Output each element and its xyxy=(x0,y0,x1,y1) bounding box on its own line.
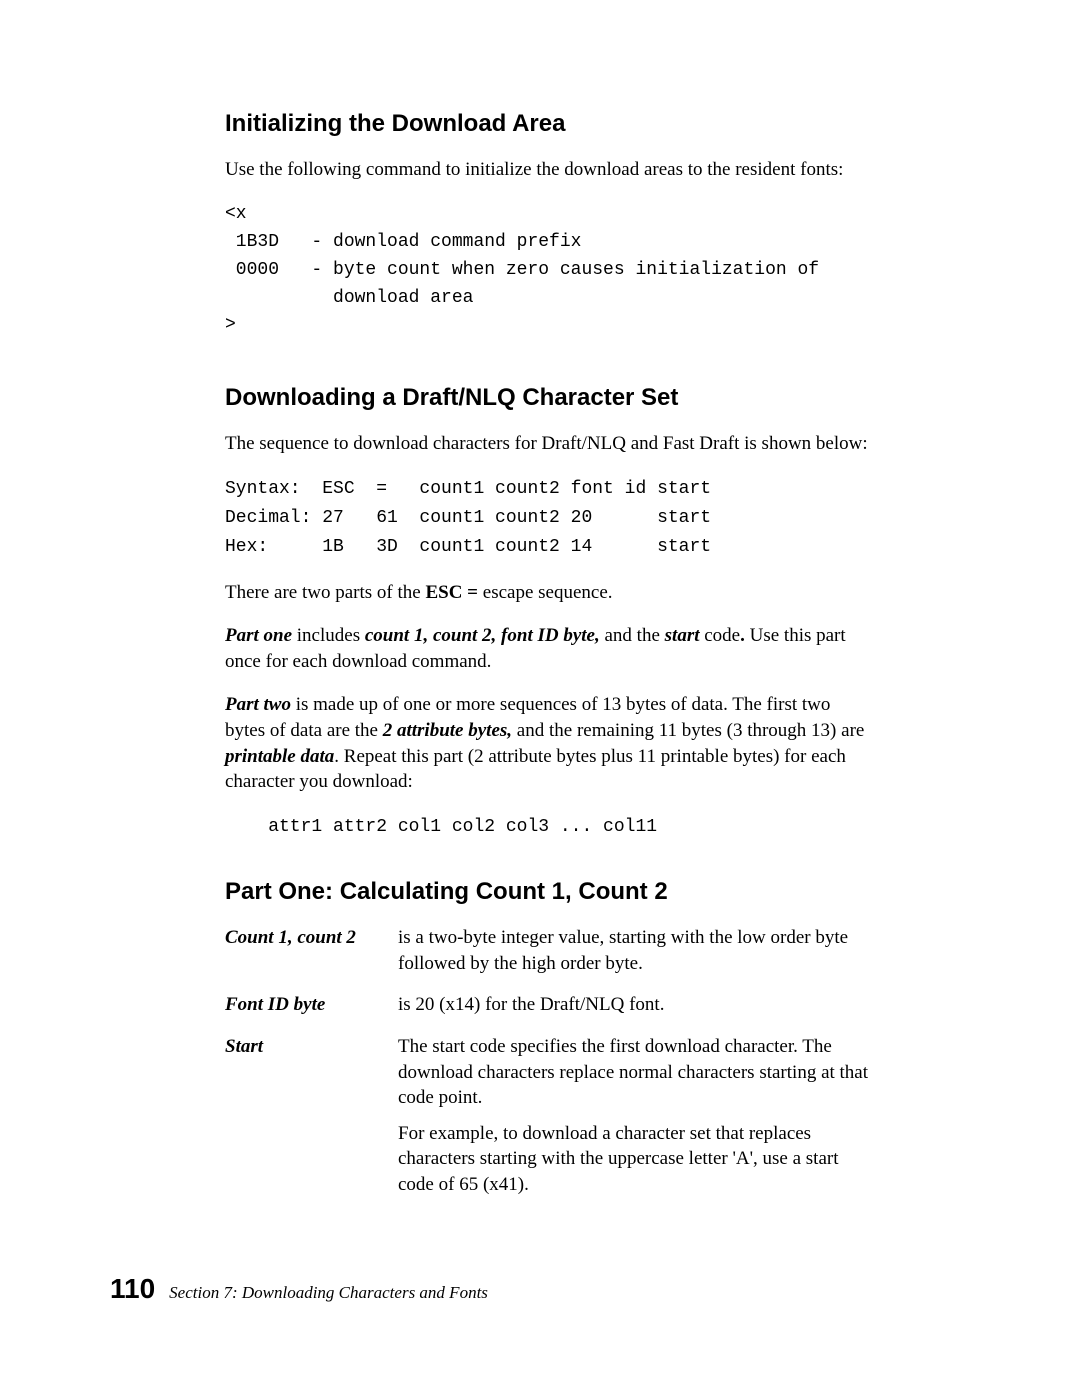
bolditalic-count-font: count 1, count 2, font ID byte, xyxy=(365,625,600,646)
text-span: code xyxy=(700,625,741,646)
bolditalic-printable-data: printable data xyxy=(225,746,334,767)
heading-part-one-calc: Part One: Calculating Count 1, Count 2 xyxy=(225,876,875,907)
code-block-attr: attr1 attr2 col1 col2 col3 ... col11 xyxy=(225,813,875,842)
bold-esc-eq: ESC = xyxy=(425,582,478,603)
definition-paragraph: is a two-byte integer value, starting wi… xyxy=(398,925,875,976)
footer-section-title: Section 7: Downloading Characters and Fo… xyxy=(169,1283,488,1303)
document-page: Initializing the Download Area Use the f… xyxy=(0,0,1080,1397)
definition-description: is a two-byte integer value, starting wi… xyxy=(398,925,875,986)
definition-paragraph: The start code specifies the first downl… xyxy=(398,1034,875,1111)
definition-term: Start xyxy=(225,1034,398,1060)
heading-initializing: Initializing the Download Area xyxy=(225,108,875,139)
definitions-list: Count 1, count 2is a two-byte integer va… xyxy=(225,925,875,1208)
page-number: 110 xyxy=(110,1273,155,1305)
definition-paragraph: is 20 (x14) for the Draft/NLQ font. xyxy=(398,992,875,1018)
definition-row: StartThe start code specifies the first … xyxy=(225,1034,875,1208)
definition-description: is 20 (x14) for the Draft/NLQ font. xyxy=(398,992,875,1028)
bolditalic-start: start xyxy=(665,625,700,646)
text-span: and the remaining 11 bytes (3 through 13… xyxy=(512,720,864,741)
para-two-parts: There are two parts of the ESC = escape … xyxy=(225,580,875,606)
definition-row: Font ID byteis 20 (x14) for the Draft/NL… xyxy=(225,992,875,1028)
bolditalic-part-one: Part one xyxy=(225,625,292,646)
code-block-syntax: Syntax: ESC = count1 count2 font id star… xyxy=(225,475,875,561)
text-span: There are two parts of the xyxy=(225,582,425,603)
para-part-two: Part two is made up of one or more seque… xyxy=(225,692,875,795)
definition-description: The start code specifies the first downl… xyxy=(398,1034,875,1208)
para-part-one: Part one includes count 1, count 2, font… xyxy=(225,623,875,674)
text-span: escape sequence. xyxy=(478,582,613,603)
heading-downloading: Downloading a Draft/NLQ Character Set xyxy=(225,382,875,413)
code-block-init: <x 1B3D - download command prefix 0000 -… xyxy=(225,201,875,340)
page-footer: 110 Section 7: Downloading Characters an… xyxy=(110,1273,488,1305)
bolditalic-attr-bytes: 2 attribute bytes, xyxy=(383,720,512,741)
text-span: and the xyxy=(600,625,665,646)
text-span: includes xyxy=(292,625,365,646)
definition-term: Count 1, count 2 xyxy=(225,925,398,951)
definition-row: Count 1, count 2is a two-byte integer va… xyxy=(225,925,875,986)
bolditalic-part-two: Part two xyxy=(225,694,291,715)
definition-paragraph: For example, to download a character set… xyxy=(398,1121,875,1198)
intro-initializing: Use the following command to initialize … xyxy=(225,157,875,183)
intro-downloading: The sequence to download characters for … xyxy=(225,431,875,457)
definition-term: Font ID byte xyxy=(225,992,398,1018)
